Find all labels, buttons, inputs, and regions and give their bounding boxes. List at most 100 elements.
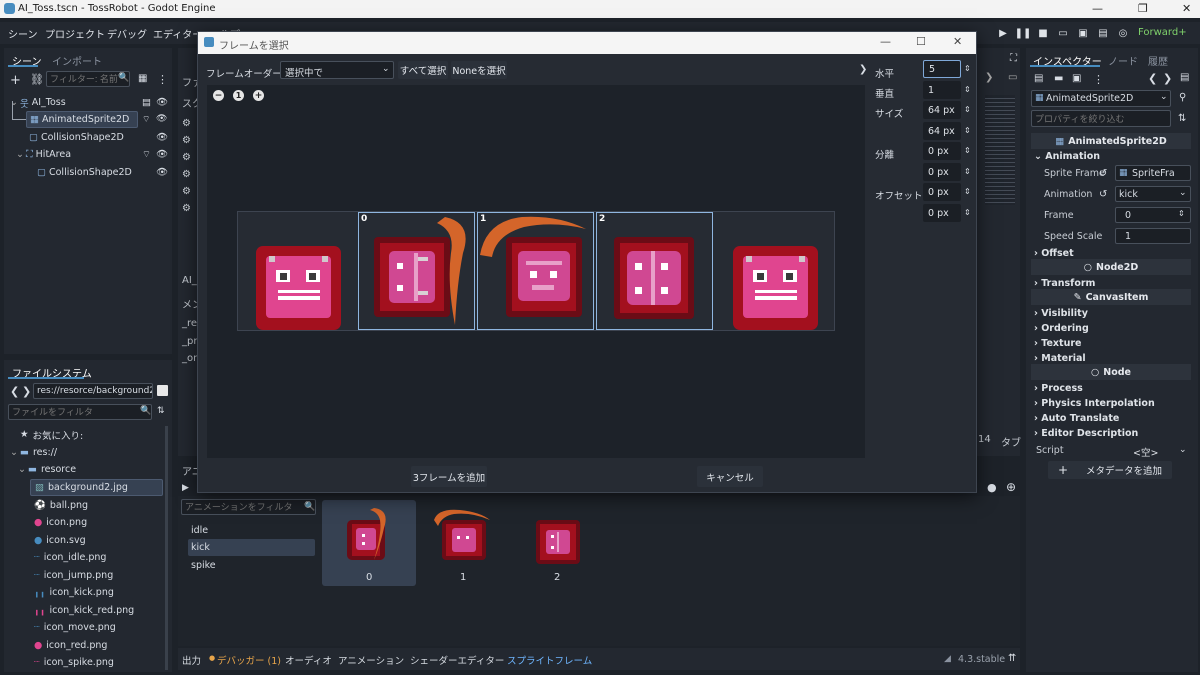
filter-settings-icon[interactable]: ⇅ — [1178, 113, 1186, 124]
fs-row-file[interactable]: ╻╻ icon_kick.png — [34, 584, 114, 601]
section-texture[interactable]: › Texture — [1034, 338, 1081, 349]
link-icon[interactable]: ⛓ — [30, 73, 44, 86]
spin-arrows-icon[interactable]: ⇕ — [964, 208, 971, 217]
signal-icon[interactable]: ⌔ — [142, 114, 150, 125]
prop-script-value[interactable]: <空> — [1133, 445, 1158, 459]
open-folder-icon[interactable]: ▬ — [1054, 73, 1063, 84]
prop-speed-scale-field[interactable]: 1 — [1115, 228, 1191, 244]
section-animation[interactable]: ⌄ Animation — [1034, 151, 1100, 162]
revert-icon[interactable]: ↺ — [1099, 189, 1107, 200]
fs-row-file[interactable]: ● icon.svg — [34, 532, 86, 549]
section-process[interactable]: › Process — [1034, 383, 1083, 394]
info-icon[interactable]: ● — [987, 481, 997, 494]
fs-row-file[interactable]: ┈ icon_jump.png — [34, 567, 113, 584]
anim-frame-0-thumb[interactable] — [344, 506, 390, 564]
tab-audio[interactable]: オーディオ — [285, 653, 332, 667]
tab-sprite-frames[interactable]: スプライトフレーム — [507, 653, 592, 667]
sep-y-spinbox[interactable]: 0 px — [923, 163, 961, 181]
add-circle-icon[interactable]: ⊕ — [1006, 480, 1016, 494]
anim-frame-2-thumb[interactable] — [536, 520, 580, 564]
close-icon[interactable]: ✕ — [1182, 2, 1191, 15]
select-all-button[interactable]: すべて選択 — [398, 61, 448, 79]
tab-import[interactable]: インポート — [52, 53, 102, 68]
property-filter-input[interactable] — [1031, 110, 1171, 127]
movie-icon[interactable]: ◎ — [1116, 26, 1130, 40]
tree-row-animatedsprite2d[interactable]: ▦ AnimatedSprite2D — [26, 111, 138, 128]
spin-arrows-icon[interactable]: ⇕ — [964, 167, 971, 176]
visibility-eye-icon[interactable]: 👁 — [156, 167, 168, 178]
fs-row-file[interactable]: ┈ icon_idle.png — [34, 549, 106, 566]
fs-row-res[interactable]: ⌄ ▬ res:// — [10, 444, 57, 461]
tab-history[interactable]: 履歴 — [1148, 53, 1168, 68]
menu-project[interactable]: プロジェクト — [45, 26, 105, 41]
add-node-icon[interactable]: + — [10, 73, 21, 88]
script-icon[interactable]: ▤ — [142, 97, 151, 108]
animation-item-spike[interactable]: spike — [188, 557, 315, 574]
chevron-right-icon[interactable]: ❯ — [985, 72, 993, 83]
spin-arrows-icon[interactable]: ⇕ — [1178, 209, 1185, 218]
spin-arrows-icon[interactable]: ⇕ — [964, 85, 971, 94]
more-icon[interactable]: ⋮ — [157, 73, 168, 86]
pause-icon[interactable]: ❚❚ — [1015, 26, 1032, 40]
size-x-spinbox[interactable]: 64 px — [923, 101, 961, 119]
revert-icon[interactable]: ↺ — [1099, 168, 1107, 179]
offset-y-spinbox[interactable]: 0 px — [923, 204, 961, 222]
select-none-button[interactable]: Noneを選択 — [451, 61, 507, 79]
play-icon[interactable]: ▶ — [996, 26, 1010, 40]
back-icon[interactable]: ❮ — [10, 385, 19, 398]
fs-row-file[interactable]: ● icon_red.png — [34, 637, 107, 654]
filesystem-scrollbar[interactable] — [165, 426, 168, 670]
add-frames-button[interactable]: 3フレームを追加 — [411, 466, 487, 487]
fs-row-file[interactable]: ╻╻ icon_kick_red.png — [34, 602, 134, 619]
tree-row-collisionshape2d[interactable]: ▢ CollisionShape2D 👁 — [26, 129, 168, 146]
sort-icon[interactable]: ⇅ — [157, 406, 165, 416]
chevron-right-icon[interactable]: ❯ — [859, 64, 867, 75]
zoom-in-icon[interactable]: + — [253, 90, 264, 101]
size-y-spinbox[interactable]: 64 px — [923, 122, 961, 140]
path-field[interactable]: res://resorce/background2. — [33, 383, 153, 399]
fs-favorites[interactable]: ★ お気に入り: — [20, 426, 83, 443]
layout-icon[interactable] — [157, 385, 168, 396]
fs-row-file[interactable]: ┈ icon_spike.png — [34, 654, 114, 671]
play-scene-icon[interactable]: ▣ — [1076, 26, 1090, 40]
tab-indent-label[interactable]: タブ — [1001, 434, 1021, 449]
visibility-eye-icon[interactable]: 👁 — [156, 149, 168, 160]
section-material[interactable]: › Material — [1034, 353, 1086, 364]
tab-shader-editor[interactable]: シェーダーエディター — [410, 653, 504, 667]
visibility-eye-icon[interactable]: 👁 — [156, 132, 168, 143]
new-resource-icon[interactable]: ▤ — [1034, 73, 1043, 84]
stop-icon[interactable]: ■ — [1036, 26, 1050, 40]
cancel-button[interactable]: キャンセル — [697, 466, 763, 487]
frame-cell-1[interactable]: 0 — [358, 212, 475, 330]
frame-order-select[interactable]: 選択中で — [280, 61, 394, 79]
zoom-reset-icon[interactable]: 1 — [233, 90, 244, 101]
more-icon[interactable]: ⋮ — [1093, 73, 1104, 86]
frame-cell-4[interactable] — [715, 212, 832, 330]
fs-row-file[interactable]: ⚽ ball.png — [34, 497, 88, 514]
frame-cell-0[interactable] — [238, 212, 355, 330]
play-custom-icon[interactable]: ▤ — [1096, 26, 1110, 40]
section-ordering[interactable]: › Ordering — [1034, 323, 1089, 334]
vertical-spinbox[interactable]: 1 — [923, 81, 961, 99]
tree-row-ai-toss[interactable]: ⌄ 웃 AI_Toss ▤ 👁 — [10, 94, 168, 111]
object-list-icon[interactable]: ▤ — [1180, 72, 1189, 83]
tree-row-hitarea[interactable]: ⌄ ⛶ HitArea ⌔ 👁 — [16, 146, 168, 163]
offset-x-spinbox[interactable]: 0 px — [923, 183, 961, 201]
spin-arrows-icon[interactable]: ⇕ — [964, 146, 971, 155]
signal-icon[interactable]: ⌔ — [142, 149, 151, 160]
animation-item-idle[interactable]: idle — [188, 522, 315, 539]
file-filter-input[interactable] — [8, 404, 152, 420]
tab-node[interactable]: ノード — [1108, 53, 1138, 68]
remote-debug-icon[interactable]: ▭ — [1056, 26, 1070, 40]
anim-frame-1-thumb[interactable] — [432, 506, 492, 564]
add-metadata-button[interactable]: + メタデータを追加 — [1048, 461, 1172, 479]
script-tab-label[interactable]: AI_ — [182, 275, 197, 286]
menu-scene[interactable]: シーン — [8, 26, 38, 41]
section-visibility[interactable]: › Visibility — [1034, 308, 1088, 319]
spin-arrows-icon[interactable]: ⇕ — [964, 105, 971, 114]
horizontal-spinbox[interactable]: 5 — [923, 60, 961, 78]
spin-arrows-icon[interactable]: ⇕ — [964, 64, 971, 73]
maximize-icon[interactable]: ❐ — [1138, 2, 1148, 15]
visibility-eye-icon[interactable]: 👁 — [156, 114, 167, 124]
fullscreen-icon[interactable]: ⛶ — [1010, 53, 1017, 64]
